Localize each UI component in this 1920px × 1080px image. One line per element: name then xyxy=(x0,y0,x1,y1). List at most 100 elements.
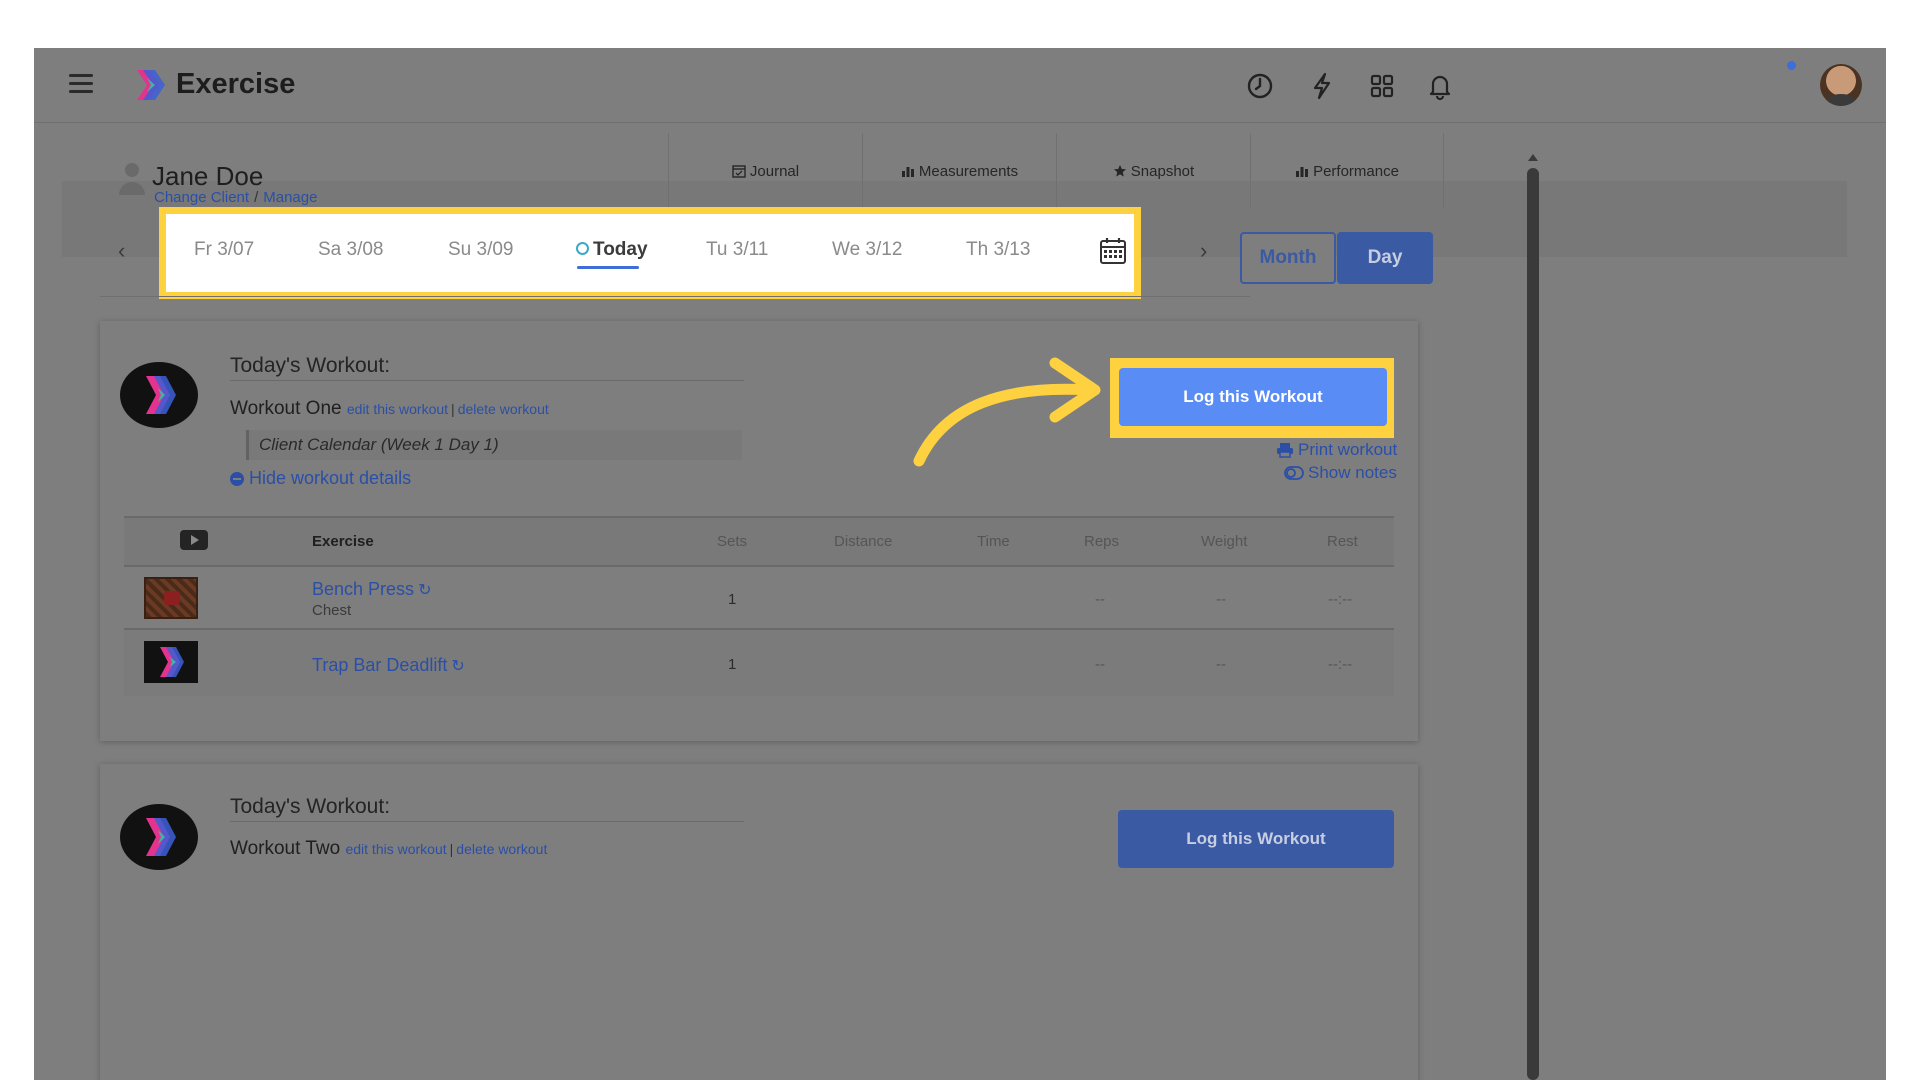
calendar-icon[interactable] xyxy=(1098,236,1128,266)
day-su-3-09[interactable]: Su 3/09 xyxy=(448,239,514,261)
tab-performance-label: Performance xyxy=(1313,162,1399,180)
day-today[interactable]: Today xyxy=(576,239,648,261)
workout-name: Workout One xyxy=(230,398,342,419)
view-day-button[interactable]: Day xyxy=(1337,232,1433,284)
top-bar: Exercise xyxy=(34,48,1886,123)
col-exercise: Exercise xyxy=(312,533,374,550)
col-weight: Weight xyxy=(1201,533,1248,550)
bell-icon[interactable] xyxy=(1424,70,1456,102)
cell-sets: 1 xyxy=(728,656,737,673)
show-notes-link[interactable]: Show notes xyxy=(1284,463,1397,483)
cell-sets: 1 xyxy=(728,591,737,608)
manage-link[interactable]: Manage xyxy=(263,189,317,206)
trap-bar-deadlift-thumbnail[interactable] xyxy=(144,641,198,683)
annotation-arrow xyxy=(913,357,1101,467)
workout-label-rule xyxy=(230,380,744,381)
workout-name-row: Workout One edit this workout | delete wor… xyxy=(230,398,549,420)
next-week-arrow[interactable]: › xyxy=(1200,238,1207,264)
col-rest: Rest xyxy=(1327,533,1358,550)
exercise-name: Bench Press xyxy=(312,579,415,599)
client-name: Jane Doe xyxy=(152,161,264,191)
tab-performance[interactable]: Performance xyxy=(1250,133,1444,209)
tab-journal-label: Journal xyxy=(749,162,800,180)
divider xyxy=(100,296,1250,297)
day-today-label: Today xyxy=(593,239,648,260)
tab-journal[interactable]: Journal xyxy=(668,133,862,209)
day-we-3-12[interactable]: We 3/12 xyxy=(832,239,902,261)
view-month-button[interactable]: Month xyxy=(1240,232,1336,284)
app-title: Exercise xyxy=(176,68,296,100)
workout-name-row: Workout Two edit this workout | delete wor… xyxy=(230,838,547,860)
edit-workout-link[interactable]: edit this workout xyxy=(347,401,448,417)
workout-label: Today's Workout: xyxy=(230,795,391,818)
user-icon xyxy=(119,163,145,195)
print-workout-label: Print workout xyxy=(1298,440,1398,459)
edit-workout-link[interactable]: edit this workout xyxy=(345,841,446,857)
day-fr-3-07[interactable]: Fr 3/07 xyxy=(194,239,254,261)
exercise-category: Chest xyxy=(312,602,352,619)
toggle-icon xyxy=(1284,466,1304,480)
cell-rest: --:-- xyxy=(1328,591,1353,608)
scrollbar-thumb[interactable] xyxy=(1527,168,1539,1080)
day-tu-3-11[interactable]: Tu 3/11 xyxy=(706,239,768,261)
scroll-up-arrow[interactable] xyxy=(1528,154,1538,161)
tab-snapshot-label: Snapshot xyxy=(1130,162,1195,180)
history-icon[interactable]: ↻ xyxy=(451,658,464,675)
tab-measurements-label: Measurements xyxy=(918,162,1019,180)
history-clock-icon[interactable] xyxy=(1244,70,1276,102)
workout-label: Today's Workout: xyxy=(230,354,391,377)
exercise-name-link[interactable]: Trap Bar Deadlift ↻ xyxy=(312,655,465,676)
hide-details-toggle[interactable]: Hide workout details xyxy=(230,468,411,489)
cell-reps: -- xyxy=(1095,656,1105,673)
tab-measurements[interactable]: Measurements xyxy=(862,133,1056,209)
show-notes-label: Show notes xyxy=(1308,463,1397,482)
link-pipe: | xyxy=(449,841,454,857)
workout-logo xyxy=(120,804,198,870)
change-client-link[interactable]: Change Client xyxy=(154,189,249,206)
exercise-name-link[interactable]: Bench Press ↻ xyxy=(312,579,431,600)
hide-details-label: Hide workout details xyxy=(249,468,412,488)
bar-chart-icon xyxy=(901,167,914,177)
workout-label-rule xyxy=(230,821,744,822)
lightning-icon[interactable] xyxy=(1306,70,1338,102)
delete-workout-link[interactable]: delete workout xyxy=(456,841,547,857)
delete-workout-link[interactable]: delete workout xyxy=(458,401,549,417)
col-reps: Reps xyxy=(1084,533,1120,550)
cell-rest: --:-- xyxy=(1328,656,1353,673)
minus-circle-icon xyxy=(230,471,244,486)
log-workout-button-2[interactable]: Log this Workout xyxy=(1118,810,1394,868)
cell-reps: -- xyxy=(1095,591,1105,608)
app-logo xyxy=(137,70,165,100)
workout-logo xyxy=(120,362,198,428)
bar-chart-icon xyxy=(1296,167,1309,177)
user-avatar[interactable] xyxy=(1820,64,1862,106)
calendar-check-icon xyxy=(732,165,746,178)
notification-dot xyxy=(1787,61,1796,70)
today-underline xyxy=(577,266,639,269)
star-icon xyxy=(1113,165,1126,177)
history-icon[interactable]: ↻ xyxy=(418,582,431,599)
apps-grid-icon[interactable] xyxy=(1366,70,1398,102)
day-th-3-13[interactable]: Th 3/13 xyxy=(966,239,1030,261)
date-strip: Fr 3/07 Sa 3/08 Su 3/09 Today Tu 3/11 We… xyxy=(159,207,1141,299)
link-pipe: | xyxy=(451,401,455,417)
today-dot-icon xyxy=(576,242,589,255)
exercise-name: Trap Bar Deadlift xyxy=(312,655,448,675)
row-divider xyxy=(124,565,1394,567)
video-play-icon xyxy=(180,530,208,550)
tab-snapshot[interactable]: Snapshot xyxy=(1056,133,1250,209)
log-workout-button[interactable]: Log this Workout xyxy=(1119,368,1387,426)
workout-name: Workout Two xyxy=(230,838,341,859)
calendar-reference: Client Calendar (Week 1 Day 1) xyxy=(246,430,742,460)
cell-weight: -- xyxy=(1216,656,1226,673)
col-distance: Distance xyxy=(834,533,893,550)
printer-icon xyxy=(1277,443,1293,458)
bench-press-thumbnail[interactable] xyxy=(144,577,198,619)
print-workout-link[interactable]: Print workout xyxy=(1276,440,1397,460)
col-time: Time xyxy=(977,533,1010,550)
menu-icon[interactable] xyxy=(69,74,93,94)
col-sets: Sets xyxy=(717,533,748,550)
day-sa-3-08[interactable]: Sa 3/08 xyxy=(318,239,384,261)
prev-week-arrow[interactable]: ‹ xyxy=(118,238,125,264)
link-separator: / xyxy=(254,189,259,206)
